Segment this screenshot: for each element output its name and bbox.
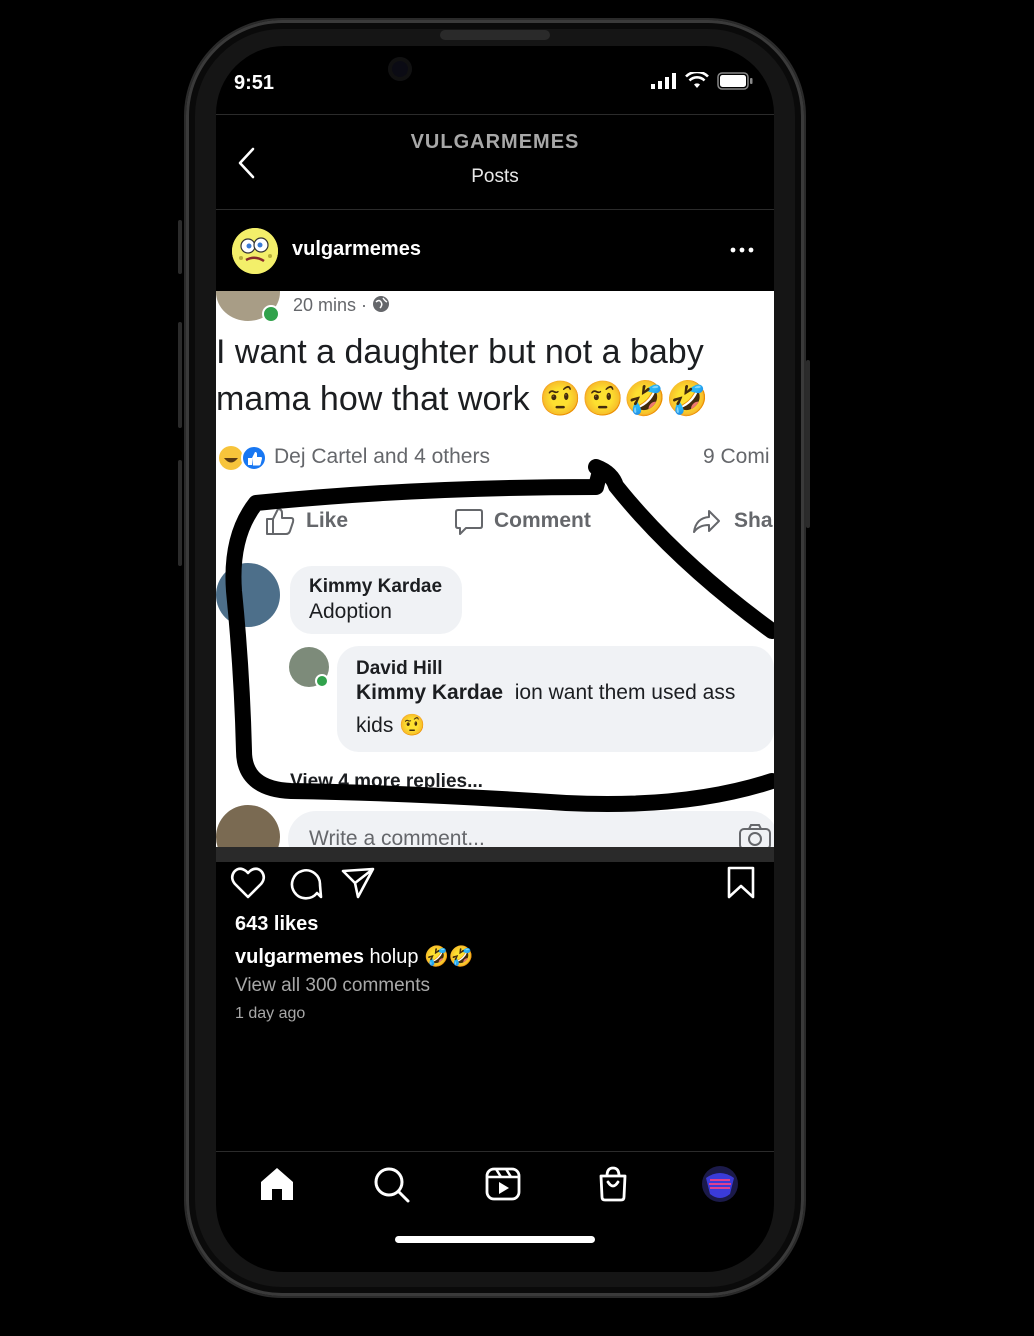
- status-icons: [651, 72, 753, 90]
- post-image[interactable]: 20 mins · I want a daughter but not a ba…: [216, 291, 774, 847]
- volume-down-button: [178, 460, 182, 566]
- avatar[interactable]: [232, 228, 278, 274]
- marker-outline: [225, 459, 774, 813]
- home-indicator[interactable]: [395, 1236, 595, 1243]
- volume-up-button: [178, 322, 182, 428]
- status-divider: [216, 114, 774, 115]
- image-bottom-strip: [216, 847, 774, 862]
- tabbar-divider: [216, 1151, 774, 1152]
- view-all-comments-link[interactable]: View all 300 comments: [235, 975, 430, 997]
- page-title: VULGARMEMES: [410, 131, 580, 153]
- mute-switch: [178, 220, 182, 274]
- power-button: [806, 360, 810, 528]
- shop-icon[interactable]: [593, 1164, 633, 1204]
- spongebob-avatar-image: [232, 228, 278, 274]
- caption-text: holup 🤣🤣: [369, 946, 474, 968]
- ellipsis-icon[interactable]: [728, 236, 756, 264]
- caption-username[interactable]: vulgarmemes: [235, 946, 364, 968]
- reels-icon[interactable]: [483, 1164, 523, 1204]
- home-icon[interactable]: [257, 1164, 297, 1204]
- search-icon[interactable]: [371, 1164, 411, 1204]
- status-time: 9:51: [234, 72, 275, 94]
- profile-avatar[interactable]: [700, 1164, 740, 1204]
- wifi-icon: [685, 72, 709, 88]
- likes-count[interactable]: 643 likes: [235, 913, 318, 936]
- post-timestamp: 1 day ago: [235, 1005, 306, 1022]
- speaker: [440, 30, 550, 40]
- header-divider: [216, 209, 774, 210]
- battery-icon: [717, 72, 753, 90]
- post-caption: vulgarmemes holup 🤣🤣: [235, 944, 474, 969]
- post-username[interactable]: vulgarmemes: [292, 238, 421, 261]
- front-camera: [388, 57, 412, 81]
- page-subtitle: Posts: [471, 166, 519, 187]
- bookmark-icon[interactable]: [726, 866, 756, 900]
- signal-icon: [651, 73, 676, 89]
- comment-icon[interactable]: [289, 866, 323, 900]
- send-icon[interactable]: [340, 866, 376, 900]
- heart-icon[interactable]: [230, 866, 266, 900]
